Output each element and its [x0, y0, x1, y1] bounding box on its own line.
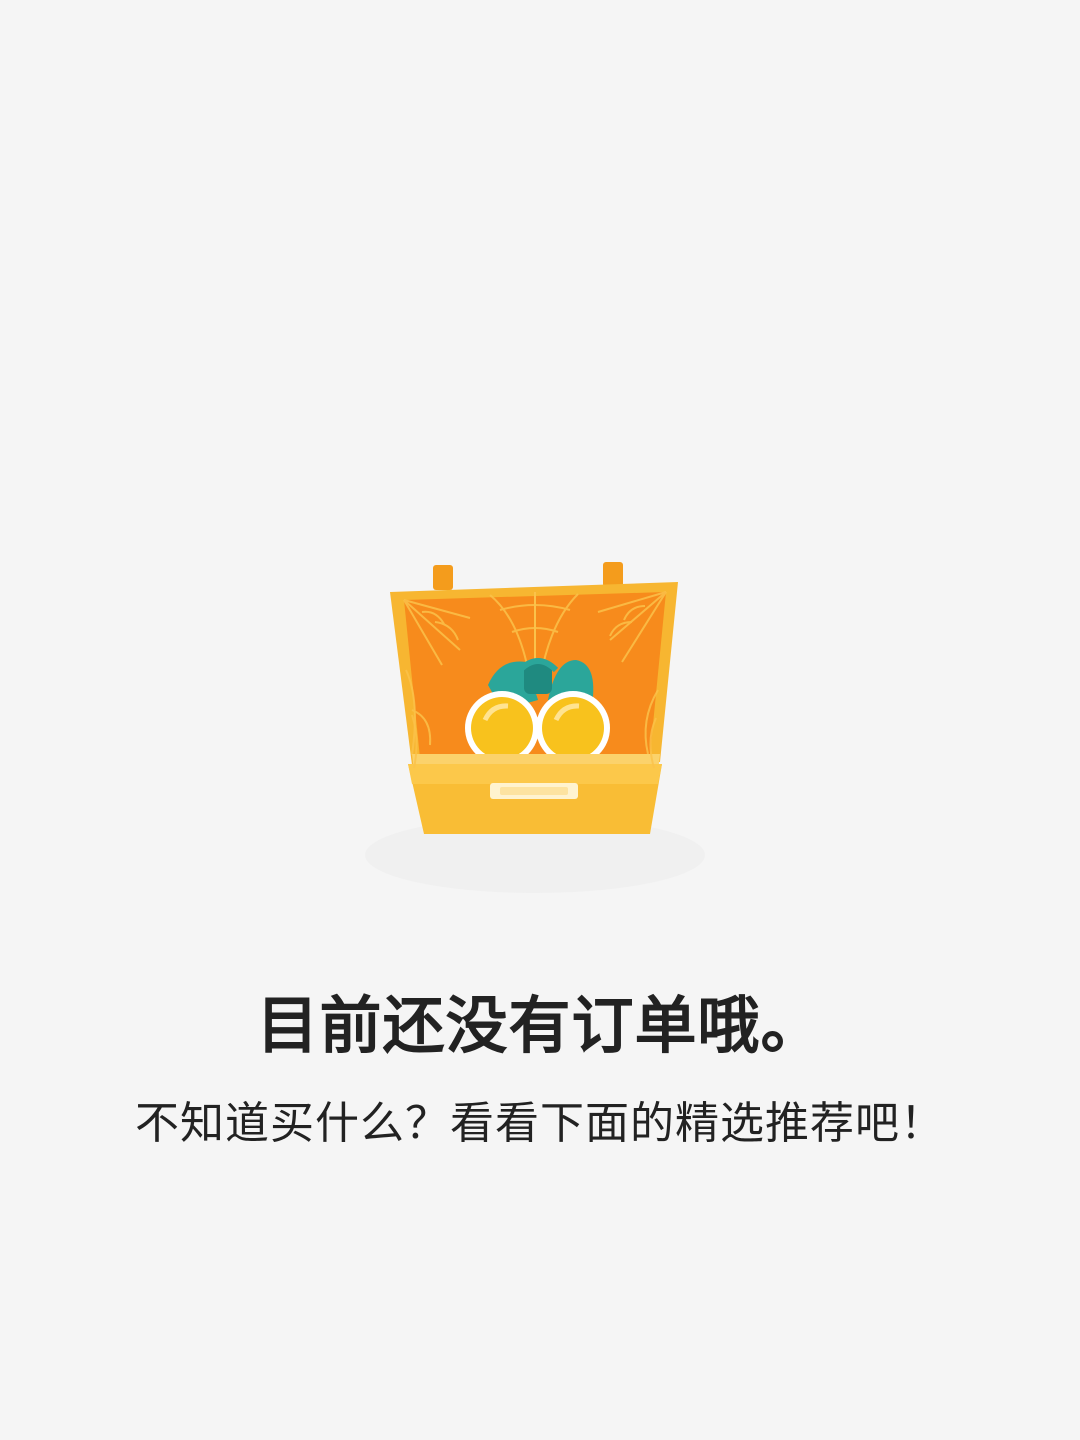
empty-orders-title: 目前还没有订单哦。 — [256, 989, 824, 1062]
open-suitcase-binoculars-icon — [340, 540, 740, 920]
empty-orders-subtitle: 不知道买什么？看看下面的精选推荐吧！ — [135, 1098, 945, 1149]
empty-orders-screen: 目前还没有订单哦。 不知道买什么？看看下面的精选推荐吧！ — [0, 0, 1080, 1440]
